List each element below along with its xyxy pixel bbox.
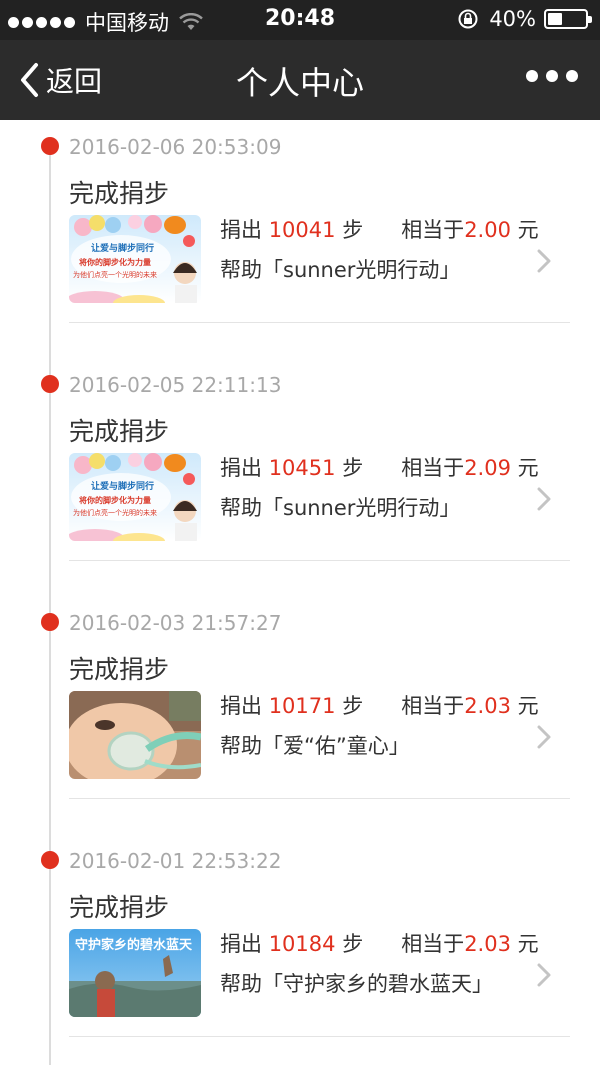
entry-timestamp: 2016-02-05 22:11:13	[69, 373, 282, 397]
svg-text:将你的脚步化为力量: 将你的脚步化为力量	[79, 257, 151, 267]
timeline-dot	[41, 613, 59, 631]
status-bar: 中国移动 20:48 40%	[0, 0, 600, 40]
currency-unit: 元	[517, 218, 539, 242]
help-label: 帮助	[220, 258, 262, 282]
donation-summary: 捐出 10041 步 相当于2.00 元	[220, 214, 539, 244]
timeline-dot	[41, 851, 59, 869]
currency-unit: 元	[517, 456, 539, 480]
chevron-right-icon[interactable]	[536, 724, 552, 750]
donation-amount: 2.03	[464, 694, 511, 718]
donation-summary: 捐出 10451 步 相当于2.09 元	[220, 452, 539, 482]
entry-title: 完成捐步	[69, 655, 170, 684]
donation-amount: 2.00	[464, 218, 511, 242]
steps-unit: 步	[342, 218, 364, 242]
status-right: 40%	[457, 7, 592, 31]
svg-text:守护家乡的碧水蓝天: 守护家乡的碧水蓝天	[75, 937, 193, 953]
donate-label: 捐出	[220, 932, 262, 956]
currency-unit: 元	[517, 932, 539, 956]
project-name: 爱“佑”童心	[283, 734, 389, 758]
help-label: 帮助	[220, 496, 262, 520]
equivalent-label: 相当于	[401, 218, 465, 242]
timeline-entry[interactable]: 2016-02-06 20:53:09 完成捐步 让爱与脚步同行 将你的脚步化为…	[0, 120, 600, 358]
entry-divider	[69, 560, 570, 561]
quote-open: 「	[262, 258, 283, 282]
entry-divider	[69, 322, 570, 323]
donate-label: 捐出	[220, 694, 262, 718]
step-count: 10171	[268, 694, 336, 718]
quote-open: 「	[262, 496, 283, 520]
chevron-right-icon[interactable]	[536, 962, 552, 988]
donation-summary: 捐出 10171 步 相当于2.03 元	[220, 690, 539, 720]
steps-unit: 步	[342, 456, 364, 480]
entry-divider	[69, 1036, 570, 1037]
svg-text:将你的脚步化为力量: 将你的脚步化为力量	[79, 495, 151, 505]
rotation-lock-icon	[458, 9, 478, 29]
project-name: sunner光明行动	[283, 258, 440, 282]
donation-amount: 2.09	[464, 456, 511, 480]
more-icon	[526, 70, 538, 82]
quote-close: 」	[388, 734, 410, 758]
timeline-entry[interactable]: 2016-02-01 22:53:22 完成捐步 守护家乡的碧水蓝天 捐出 10…	[0, 834, 600, 1065]
help-label: 帮助	[220, 972, 262, 996]
project-line: 帮助「sunner光明行动」	[220, 492, 460, 522]
battery-percentage: 40%	[489, 7, 536, 31]
sunner-campaign-thumbnail[interactable]: 让爱与脚步同行 将你的脚步化为力量 为他们点亮一个光明的未来	[69, 453, 201, 541]
battery-icon	[544, 9, 592, 29]
currency-unit: 元	[517, 694, 539, 718]
donation-summary: 捐出 10184 步 相当于2.03 元	[220, 928, 539, 958]
more-button[interactable]	[526, 70, 578, 82]
quote-open: 「	[262, 972, 283, 996]
chevron-right-icon[interactable]	[536, 486, 552, 512]
entry-divider	[69, 798, 570, 799]
entry-timestamp: 2016-02-06 20:53:09	[69, 135, 282, 159]
chevron-left-icon	[21, 63, 38, 97]
quote-close: 」	[439, 496, 461, 520]
entry-timestamp: 2016-02-01 22:53:22	[69, 849, 282, 873]
timeline-dot	[41, 375, 59, 393]
donation-amount: 2.03	[464, 932, 511, 956]
equivalent-label: 相当于	[401, 456, 465, 480]
sunner-campaign-thumbnail[interactable]: 让爱与脚步同行 将你的脚步化为力量 为他们点亮一个光明的未来	[69, 215, 201, 303]
back-label: 返回	[46, 65, 103, 98]
chevron-right-icon[interactable]	[536, 248, 552, 274]
back-button[interactable]: 返回	[18, 60, 102, 100]
timeline-dot	[41, 137, 59, 155]
svg-text:让爱与脚步同行: 让爱与脚步同行	[91, 480, 154, 492]
quote-open: 「	[262, 734, 283, 758]
project-line: 帮助「sunner光明行动」	[220, 254, 460, 284]
equivalent-label: 相当于	[401, 932, 465, 956]
svg-text:为他们点亮一个光明的未来: 为他们点亮一个光明的未来	[73, 508, 157, 517]
baby-oxygen-mask-photo[interactable]	[69, 691, 201, 779]
step-count: 10041	[268, 218, 336, 242]
nav-bar: 返回 个人中心	[0, 40, 600, 120]
blue-sky-campaign-photo[interactable]: 守护家乡的碧水蓝天	[69, 929, 201, 1017]
project-line: 帮助「爱“佑”童心」	[220, 730, 410, 760]
step-count: 10184	[268, 932, 336, 956]
entry-title: 完成捐步	[69, 893, 170, 922]
equivalent-label: 相当于	[401, 694, 465, 718]
quote-close: 」	[439, 258, 461, 282]
entry-title: 完成捐步	[69, 179, 170, 208]
step-count: 10451	[268, 456, 336, 480]
timeline-entry[interactable]: 2016-02-05 22:11:13 完成捐步 让爱与脚步同行 将你的脚步化为…	[0, 358, 600, 596]
project-name: sunner光明行动	[283, 496, 440, 520]
steps-unit: 步	[342, 694, 364, 718]
project-name: 守护家乡的碧水蓝天	[283, 972, 472, 996]
svg-text:让爱与脚步同行: 让爱与脚步同行	[91, 242, 154, 254]
entry-timestamp: 2016-02-03 21:57:27	[69, 611, 282, 635]
entry-title: 完成捐步	[69, 417, 170, 446]
quote-close: 」	[472, 972, 493, 996]
donate-label: 捐出	[220, 218, 262, 242]
donation-timeline: 2016-02-06 20:53:09 完成捐步 让爱与脚步同行 将你的脚步化为…	[0, 120, 600, 1065]
help-label: 帮助	[220, 734, 262, 758]
donate-label: 捐出	[220, 456, 262, 480]
project-line: 帮助「守护家乡的碧水蓝天」	[220, 968, 493, 998]
svg-text:为他们点亮一个光明的未来: 为他们点亮一个光明的未来	[73, 270, 157, 279]
timeline-entry[interactable]: 2016-02-03 21:57:27 完成捐步 捐出 10171 步 相当于2.…	[0, 596, 600, 834]
steps-unit: 步	[342, 932, 364, 956]
